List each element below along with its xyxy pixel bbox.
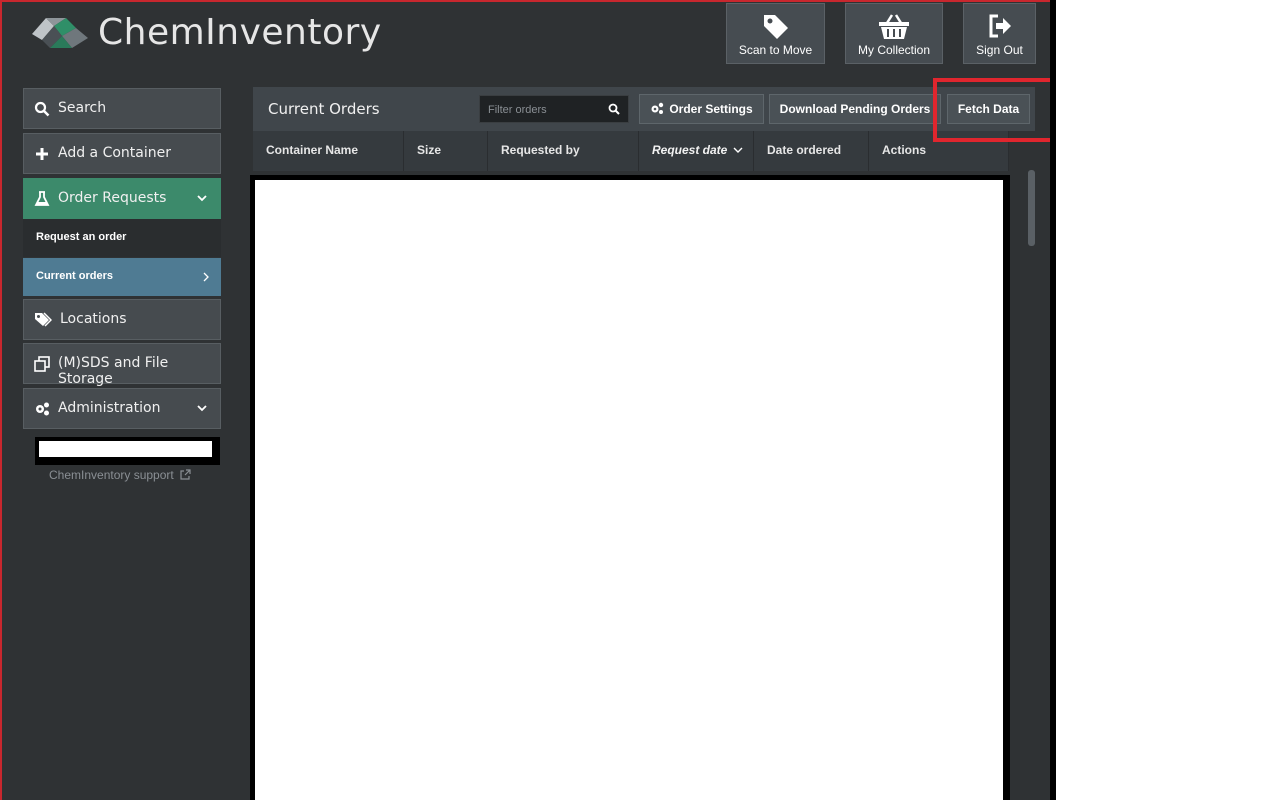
column-header-label: Request date — [652, 143, 728, 157]
sidebar-item-label: Administration — [58, 400, 161, 416]
filter-box — [479, 95, 629, 124]
order-settings-button[interactable]: Order Settings — [639, 94, 764, 124]
order-settings-label: Order Settings — [669, 102, 753, 116]
sidebar-item-locations[interactable]: Locations — [23, 299, 221, 340]
sign-out-label: Sign Out — [976, 43, 1023, 57]
tag-icon — [763, 15, 788, 39]
filter-orders-input[interactable] — [480, 96, 610, 124]
tags-icon — [35, 312, 52, 327]
sidebar-item-add-container[interactable]: Add a Container — [23, 133, 221, 174]
support-link[interactable]: ChemInventory support — [49, 468, 191, 482]
sidebar-item-order-requests[interactable]: Order Requests — [23, 178, 221, 219]
basket-icon — [879, 14, 909, 39]
orders-panel-header: Current Orders Order Settings Download P… — [253, 87, 1035, 131]
download-pending-orders-label: Download Pending Orders — [779, 102, 931, 116]
sidebar-item-label: Order Requests — [58, 190, 167, 206]
redacted-box — [35, 437, 220, 465]
scan-to-move-label: Scan to Move — [738, 43, 813, 57]
support-link-label: ChemInventory support — [49, 468, 174, 482]
sidebar-item-msds-file-storage[interactable]: (M)SDS and File Storage — [23, 343, 221, 387]
sidebar-item-label: Search — [58, 100, 107, 116]
brand-title[interactable]: ChemInventory — [98, 12, 382, 53]
fetch-data-highlight — [933, 78, 1055, 142]
my-collection-label: My Collection — [857, 43, 931, 57]
chevron-down-icon — [733, 147, 743, 153]
column-header-date-ordered[interactable]: Date ordered — [754, 131, 869, 171]
column-header-label: Container Name — [266, 143, 359, 157]
chevron-down-icon — [197, 405, 207, 412]
sidebar-item-label: Add a Container — [58, 145, 171, 161]
column-header-label: Requested by — [501, 143, 580, 157]
top-border — [0, 0, 1052, 2]
sidebar-item-administration[interactable]: Administration — [23, 388, 221, 429]
sidebar-subitem-current-orders[interactable]: Current orders — [23, 258, 221, 296]
scan-to-move-button[interactable]: Scan to Move — [726, 3, 825, 64]
column-header-label: Date ordered — [767, 143, 842, 157]
app-window: ChemInventory Scan to Move My Collection… — [0, 0, 1052, 800]
window-edge — [1050, 0, 1056, 800]
column-header-request-date[interactable]: Request date — [639, 131, 754, 171]
left-border — [0, 0, 2, 800]
chevron-down-icon — [197, 195, 207, 202]
column-header-requested-by[interactable]: Requested by — [488, 131, 639, 171]
download-pending-orders-button[interactable]: Download Pending Orders — [769, 94, 941, 124]
chevron-right-icon — [203, 272, 209, 282]
search-icon[interactable] — [608, 103, 620, 115]
sidebar-subitem-label: Current orders — [36, 270, 114, 282]
sidebar-subitem-label: Request an order — [36, 231, 127, 243]
my-collection-button[interactable]: My Collection — [845, 3, 943, 64]
gears-icon — [36, 402, 49, 416]
orders-table-body — [250, 175, 1010, 800]
sidebar-item-label: (M)SDS and File Storage — [58, 355, 169, 387]
flask-icon — [34, 191, 50, 206]
copy-icon — [34, 356, 50, 372]
page-title: Current Orders — [268, 100, 380, 118]
search-icon — [34, 101, 50, 117]
column-header-label: Actions — [882, 143, 927, 157]
sign-out-button[interactable]: Sign Out — [963, 3, 1036, 64]
column-header-label: Size — [417, 143, 442, 157]
sidebar-item-search[interactable]: Search — [23, 88, 221, 129]
scrollbar-thumb[interactable] — [1028, 170, 1035, 246]
sidebar-subitem-request-order[interactable]: Request an order — [23, 219, 221, 257]
external-link-icon — [180, 469, 191, 480]
sidebar-item-label: Locations — [60, 311, 127, 327]
gears-icon — [651, 103, 664, 115]
column-header-container-name[interactable]: Container Name — [253, 131, 404, 171]
sign-out-icon — [989, 14, 1011, 38]
plus-icon — [36, 148, 48, 160]
orders-table-header: Container Name Size Requested by Request… — [253, 131, 1009, 171]
cheminventory-logo-icon[interactable] — [32, 14, 90, 52]
column-header-size[interactable]: Size — [404, 131, 488, 171]
